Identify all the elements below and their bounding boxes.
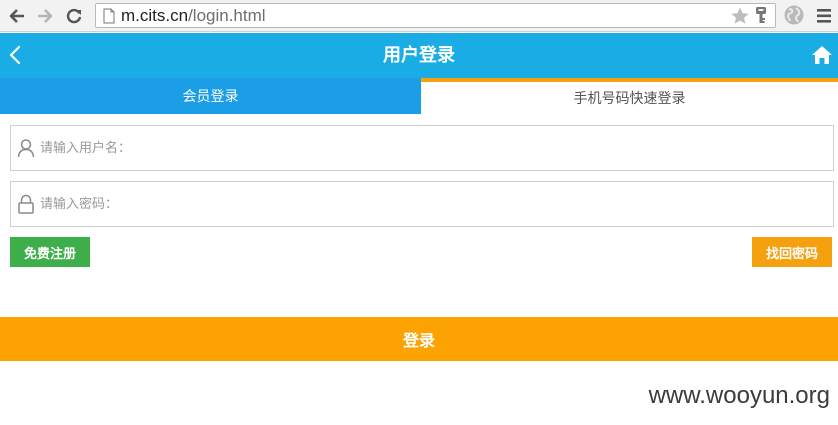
address-bar[interactable]: m.cits.cn/login.html bbox=[95, 3, 776, 28]
home-icon[interactable] bbox=[811, 45, 833, 65]
page-title: 用户登录 bbox=[383, 45, 455, 66]
tab-member-login[interactable]: 会员登录 bbox=[0, 78, 421, 114]
password-field[interactable] bbox=[10, 181, 834, 227]
free-register-button[interactable]: 免费注册 bbox=[10, 237, 90, 267]
browser-toolbar: m.cits.cn/login.html bbox=[0, 0, 838, 32]
back-arrow-icon[interactable] bbox=[5, 4, 29, 28]
login-tabs: 会员登录 手机号码快速登录 bbox=[0, 78, 838, 114]
back-icon[interactable] bbox=[6, 44, 26, 66]
watermark-text: www.wooyun.org bbox=[648, 382, 830, 409]
password-input[interactable] bbox=[40, 182, 820, 226]
app-header: 用户登录 bbox=[0, 33, 838, 78]
globe-icon[interactable] bbox=[783, 4, 805, 26]
username-field[interactable] bbox=[10, 125, 834, 171]
forward-arrow-icon[interactable] bbox=[33, 4, 57, 28]
login-button[interactable]: 登录 bbox=[0, 317, 838, 361]
forgot-password-button[interactable]: 找回密码 bbox=[752, 237, 832, 267]
reload-icon[interactable] bbox=[62, 4, 86, 28]
url-text[interactable]: m.cits.cn/login.html bbox=[121, 4, 266, 27]
user-icon bbox=[17, 139, 35, 158]
page: m.cits.cn/login.html 用户登录 会员登录 手机号码快速登录 … bbox=[0, 0, 838, 425]
url-host: m.cits.cn bbox=[121, 6, 189, 25]
key-icon[interactable] bbox=[753, 6, 769, 26]
menu-icon[interactable] bbox=[814, 5, 834, 27]
tab-phone-quick-login[interactable]: 手机号码快速登录 bbox=[421, 78, 838, 114]
lock-icon bbox=[18, 194, 34, 214]
page-icon bbox=[103, 8, 115, 24]
star-icon[interactable] bbox=[730, 6, 750, 26]
url-path: /login.html bbox=[188, 6, 266, 25]
username-input[interactable] bbox=[40, 126, 820, 170]
